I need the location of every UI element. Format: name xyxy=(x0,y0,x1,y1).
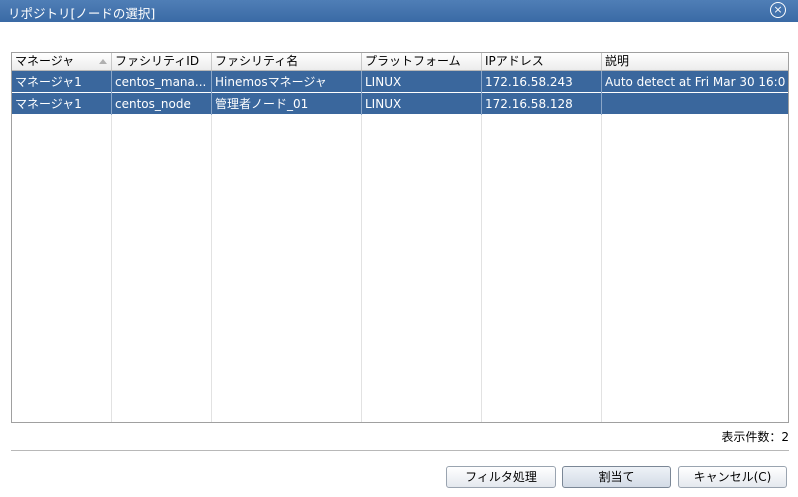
column-divider xyxy=(211,71,212,422)
sort-ascending-icon xyxy=(99,59,107,64)
column-divider xyxy=(481,71,482,422)
cell-manager: マネージャ1 xyxy=(12,93,112,115)
column-header-platform[interactable]: プラットフォーム xyxy=(362,53,482,70)
cell-manager: マネージャ1 xyxy=(12,71,112,93)
cell-facility-name: Hinemosマネージャ xyxy=(212,71,362,93)
record-count: 表示件数：2 xyxy=(721,430,789,444)
cell-description xyxy=(602,93,788,115)
title-bar: リポジトリ[ノードの選択] × xyxy=(0,0,798,22)
cell-platform: LINUX xyxy=(362,71,482,93)
table-header: マネージャ ファシリティID ファシリティ名 プラットフォーム IPアドレス 説… xyxy=(12,53,788,71)
column-header-ip-address[interactable]: IPアドレス xyxy=(482,53,602,70)
cancel-button[interactable]: キャンセル(C) xyxy=(678,466,787,488)
column-header-manager[interactable]: マネージャ xyxy=(12,53,112,70)
column-divider xyxy=(111,71,112,422)
column-header-label: マネージャ xyxy=(15,54,75,68)
column-header-facility-id[interactable]: ファシリティID xyxy=(112,53,212,70)
select-node-dialog: リポジトリ[ノードの選択] × マネージャ ファシリティID ファシリティ名 プ… xyxy=(0,0,798,497)
footer-divider xyxy=(11,450,789,452)
cell-facility-id: centos_node xyxy=(112,93,212,115)
table-row[interactable]: マネージャ1 centos_mana... Hinemosマネージャ LINUX… xyxy=(12,71,788,93)
assign-button[interactable]: 割当て xyxy=(562,466,671,488)
node-table: マネージャ ファシリティID ファシリティ名 プラットフォーム IPアドレス 説… xyxy=(11,52,789,423)
cell-ip-address: 172.16.58.243 xyxy=(482,71,602,93)
column-divider xyxy=(361,71,362,422)
table-row[interactable]: マネージャ1 centos_node 管理者ノード_01 LINUX 172.1… xyxy=(12,93,788,115)
cell-facility-id: centos_mana... xyxy=(112,71,212,93)
cell-platform: LINUX xyxy=(362,93,482,115)
dialog-title: リポジトリ[ノードの選択] xyxy=(8,6,156,21)
close-icon[interactable]: × xyxy=(770,2,786,18)
cell-ip-address: 172.16.58.128 xyxy=(482,93,602,115)
column-divider xyxy=(601,71,602,422)
cell-facility-name: 管理者ノード_01 xyxy=(212,93,362,115)
column-header-facility-name[interactable]: ファシリティ名 xyxy=(212,53,362,70)
column-header-description[interactable]: 説明 xyxy=(602,53,788,70)
filter-button[interactable]: フィルタ処理 xyxy=(446,466,556,488)
cell-description: Auto detect at Fri Mar 30 16:0 xyxy=(605,75,786,89)
